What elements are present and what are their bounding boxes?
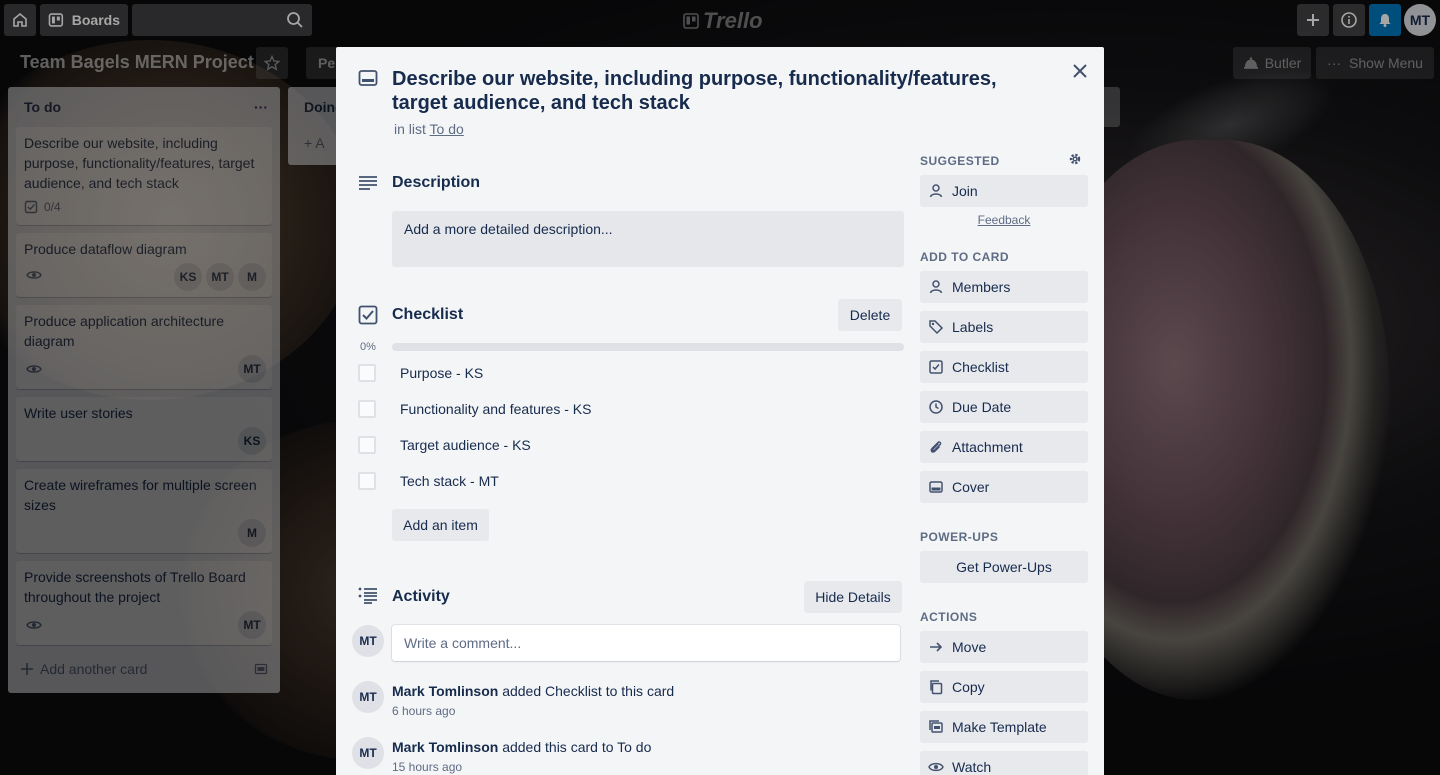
attachment-label: Attachment: [952, 439, 1023, 455]
members-label: Members: [952, 279, 1011, 295]
suggested-heading: SUGGESTED: [920, 154, 1000, 168]
checklist-item-text[interactable]: Functionality and features - KS: [400, 401, 591, 417]
labels-label: Labels: [952, 319, 994, 335]
add-to-card-heading: ADD TO CARD: [920, 250, 1010, 264]
checklist-checkbox[interactable]: [358, 472, 376, 490]
power-ups-heading: POWER-UPS: [920, 530, 999, 544]
paperclip-icon: [930, 441, 942, 453]
checklist-item: Target audience - KS: [358, 433, 898, 457]
labels-button[interactable]: Labels: [920, 311, 1088, 343]
activity-action: added Checklist to this card: [498, 683, 675, 699]
activity-entry: Mark Tomlinson added this card to To do: [392, 739, 651, 755]
copy-button[interactable]: Copy: [920, 671, 1088, 703]
description-icon: [359, 176, 377, 190]
make-template-button[interactable]: Make Template: [920, 711, 1088, 743]
add-checklist-item-button[interactable]: Add an item: [392, 509, 489, 541]
in-list-text: in list To do: [394, 121, 464, 137]
copy-label: Copy: [952, 679, 985, 695]
in-list-prefix: in list: [394, 121, 426, 137]
close-icon: [1073, 64, 1087, 78]
eye-icon: [928, 762, 944, 772]
list-link[interactable]: To do: [430, 121, 464, 137]
checklist-checkbox[interactable]: [358, 436, 376, 454]
join-label: Join: [952, 183, 978, 199]
card-detail-dialog: Describe our website, including purpose,…: [336, 47, 1104, 775]
gear-icon[interactable]: [1068, 152, 1082, 166]
checklist-item: Tech stack - MT: [358, 469, 898, 493]
cover-icon: [929, 481, 943, 493]
checklist-item-text[interactable]: Purpose - KS: [400, 365, 483, 381]
actions-heading: ACTIONS: [920, 610, 978, 624]
join-button[interactable]: Join: [920, 175, 1088, 207]
attachment-button[interactable]: Attachment: [920, 431, 1088, 463]
activity-heading: Activity: [392, 588, 450, 605]
person-icon: [929, 280, 943, 294]
template-icon: [929, 720, 943, 733]
checklist-item-text[interactable]: Target audience - KS: [400, 437, 531, 453]
activity-user[interactable]: Mark Tomlinson: [392, 739, 498, 755]
checklist-progress-bar: [392, 343, 904, 351]
close-button[interactable]: [1070, 59, 1090, 83]
activity-user[interactable]: Mark Tomlinson: [392, 683, 498, 699]
make-template-label: Make Template: [952, 719, 1047, 735]
due-date-label: Due Date: [952, 399, 1012, 415]
clock-icon: [929, 400, 943, 414]
checklist-button[interactable]: Checklist: [920, 351, 1088, 383]
checklist-item: Purpose - KS: [358, 361, 898, 385]
activity-avatar[interactable]: MT: [352, 681, 384, 713]
activity-action: added this card to To do: [498, 739, 652, 755]
checklist-label: Checklist: [952, 359, 1009, 375]
watch-label: Watch: [952, 759, 992, 775]
watch-button[interactable]: Watch: [920, 751, 1088, 775]
card-title[interactable]: Describe our website, including purpose,…: [392, 67, 1032, 115]
checklist-item: Functionality and features - KS: [358, 397, 898, 421]
checklist-icon: [929, 360, 943, 374]
copy-icon: [930, 680, 943, 695]
description-input[interactable]: Add a more detailed description...: [392, 211, 904, 267]
checklist-icon: [358, 305, 378, 325]
checklist-heading[interactable]: Checklist: [392, 306, 463, 324]
cover-button[interactable]: Cover: [920, 471, 1088, 503]
arrow-right-icon: [930, 642, 943, 652]
activity-icon: [358, 587, 377, 604]
members-button[interactable]: Members: [920, 271, 1088, 303]
card-icon: [358, 70, 378, 86]
checklist-item-text[interactable]: Tech stack - MT: [400, 473, 499, 489]
description-heading: Description: [392, 174, 481, 191]
activity-entry: Mark Tomlinson added Checklist to this c…: [392, 683, 674, 699]
delete-checklist-button[interactable]: Delete: [838, 299, 902, 331]
hide-details-button[interactable]: Hide Details: [804, 581, 902, 613]
checklist-progress-percent: 0%: [360, 341, 376, 353]
commenter-avatar[interactable]: MT: [352, 625, 384, 657]
get-power-ups-button[interactable]: Get Power-Ups: [920, 551, 1088, 583]
checklist-checkbox[interactable]: [358, 400, 376, 418]
checklist-checkbox[interactable]: [358, 364, 376, 382]
activity-timestamp[interactable]: 15 hours ago: [392, 760, 462, 774]
comment-input[interactable]: [392, 625, 900, 661]
move-label: Move: [952, 639, 987, 655]
person-icon: [929, 184, 943, 198]
due-date-button[interactable]: Due Date: [920, 391, 1088, 423]
feedback-link[interactable]: Feedback: [920, 213, 1088, 227]
activity-avatar[interactable]: MT: [352, 737, 384, 769]
cover-label: Cover: [952, 479, 990, 495]
move-button[interactable]: Move: [920, 631, 1088, 663]
activity-timestamp[interactable]: 6 hours ago: [392, 704, 455, 718]
label-tag-icon: [929, 320, 944, 335]
